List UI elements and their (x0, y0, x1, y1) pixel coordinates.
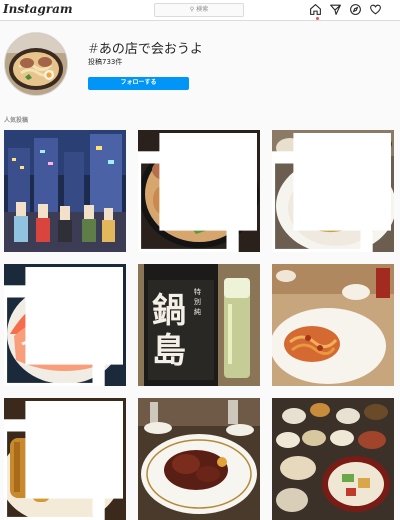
multiple-photos-icon (272, 133, 391, 252)
top-posts-label: 人気投稿 (4, 117, 29, 124)
svg-text:島: 島 (152, 331, 186, 371)
instagram-logo[interactable]: Instagram (3, 2, 73, 16)
hashtag-avatar (4, 32, 68, 96)
svg-text:特: 特 (194, 287, 201, 296)
post-tile[interactable] (4, 130, 126, 252)
follow-button[interactable]: フォローする (88, 77, 189, 90)
post-tile[interactable]: 鍋 島 特 別 純 (138, 264, 260, 386)
search-input[interactable]: ⚲ 検索 (154, 3, 244, 17)
post-tile[interactable] (272, 398, 394, 520)
post-image-anime-street (4, 130, 126, 252)
explore-icon[interactable] (349, 3, 362, 16)
post-tile[interactable] (4, 398, 126, 520)
home-icon[interactable] (309, 3, 322, 16)
svg-text:純: 純 (194, 307, 201, 316)
post-image-kaiseki (272, 398, 394, 520)
post-tile[interactable] (4, 264, 126, 386)
post-tile[interactable] (272, 264, 394, 386)
top-navigation-bar: Instagram ⚲ 検索 (0, 0, 400, 21)
post-image-sake-bottle: 鍋 島 特 別 純 (138, 264, 260, 386)
svg-text:別: 別 (194, 297, 201, 306)
post-tile[interactable] (138, 130, 260, 252)
nav-icons (309, 3, 382, 16)
multiple-photos-icon (4, 267, 123, 386)
post-image-pasta (272, 264, 394, 386)
post-count: 投稿733件 (88, 58, 123, 66)
multiple-photos-icon (4, 401, 123, 520)
ramen-photo (5, 33, 67, 95)
multiple-photos-icon (138, 133, 257, 252)
hashtag-title: #あの店で会おうよ (88, 42, 203, 57)
active-tab-indicator (316, 17, 319, 20)
search-icon: ⚲ (189, 6, 195, 13)
svg-text:鍋: 鍋 (152, 291, 186, 331)
activity-heart-icon[interactable] (369, 3, 382, 16)
post-grid: 鍋 島 特 別 純 (4, 130, 395, 520)
post-image-stew (138, 398, 260, 520)
search-placeholder: 検索 (196, 6, 209, 13)
post-tile[interactable] (272, 130, 394, 252)
direct-icon[interactable] (329, 3, 342, 16)
post-tile[interactable] (138, 398, 260, 520)
